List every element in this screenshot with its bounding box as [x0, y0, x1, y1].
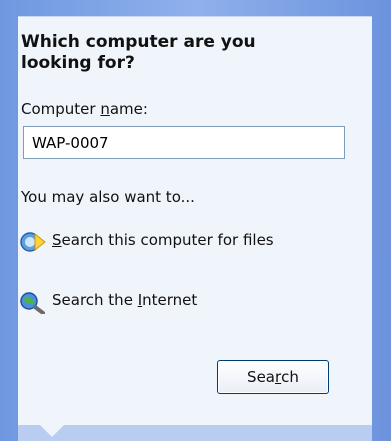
computer-name-label-prefix: Computer	[21, 100, 101, 118]
search-this-computer-link[interactable]: Search this computer for files	[18, 230, 312, 254]
computer-name-label-suffix: ame:	[109, 100, 148, 118]
search-button[interactable]: Sea r ch	[217, 360, 329, 394]
search-computer-icon	[18, 230, 46, 254]
also-want-label: You may also want to...	[21, 188, 195, 206]
callout-notch	[40, 425, 64, 437]
search-internet-icon	[18, 290, 46, 315]
panel-bottom-strip	[18, 425, 372, 441]
search-this-computer-rest: earch this computer for files	[61, 231, 274, 249]
computer-name-label-hotkey: n	[100, 100, 110, 118]
search-button-suffix: ch	[281, 368, 299, 386]
search-internet-rest: nternet	[142, 291, 198, 309]
search-internet-prefix: Search the	[52, 291, 138, 309]
search-internet-label: Search the Internet	[52, 290, 312, 310]
search-this-computer-label: Search this computer for files	[52, 230, 312, 250]
dialog-heading: Which computer are you looking for?	[21, 32, 256, 73]
computer-name-input[interactable]	[23, 126, 345, 159]
computer-name-label: Computer name:	[21, 100, 148, 118]
search-this-computer-hotkey: S	[52, 231, 62, 249]
search-button-prefix: Sea	[247, 368, 275, 386]
search-internet-link[interactable]: Search the Internet	[18, 290, 312, 315]
